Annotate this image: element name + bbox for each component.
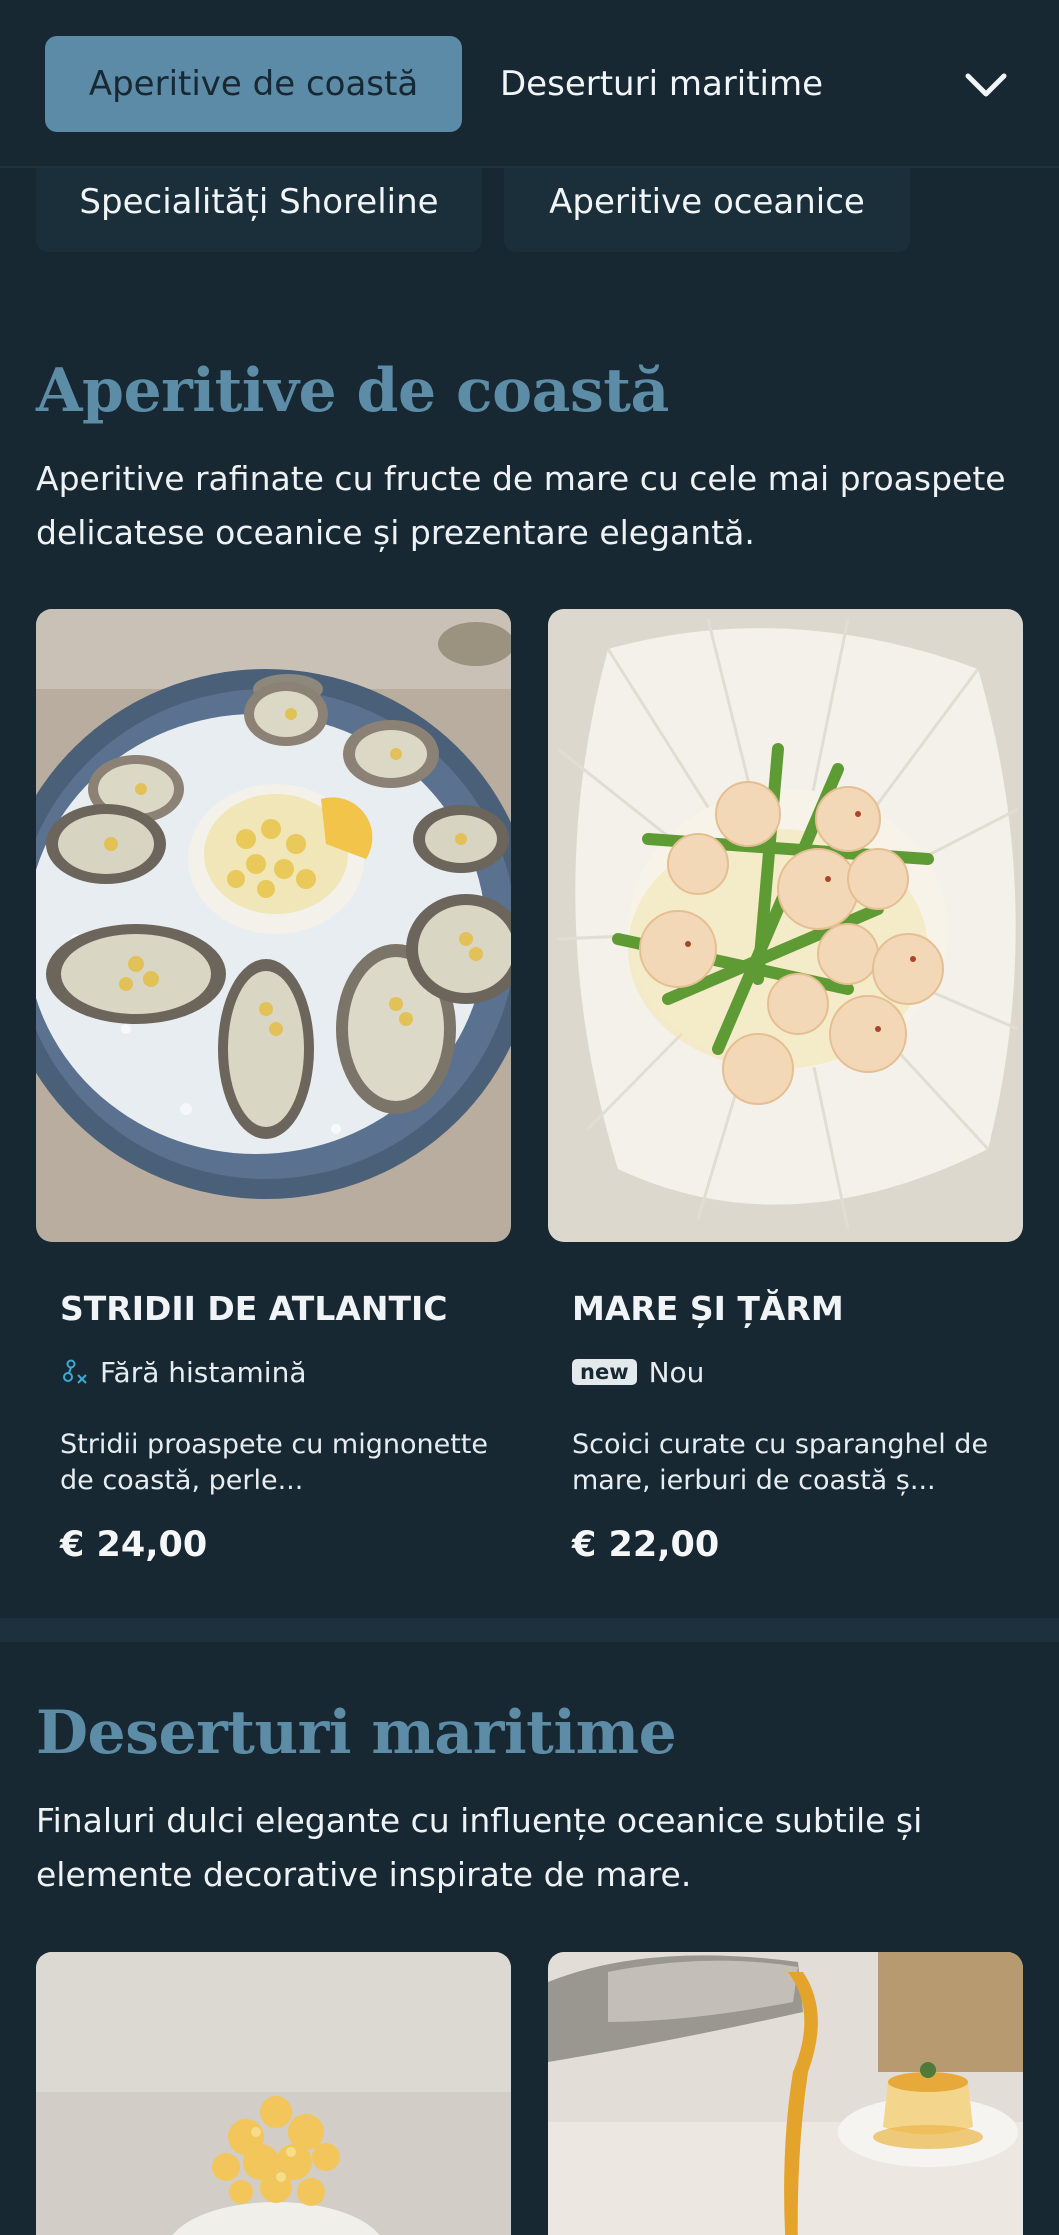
dish-image-dessert-2[interactable] [548,1952,1023,2235]
tab-deserturi-maritime[interactable]: Deserturi maritime [500,36,823,132]
tab-aperitive-oceanice[interactable]: Aperitive oceanice [504,160,910,252]
histamine-free-icon [63,1359,87,1384]
menu-item-card[interactable]: STRIDII DE ATLANTIC Fără histamină Strid… [36,609,511,1569]
dish-description: Stridii proaspete cu mignonette de coast… [60,1429,488,1496]
tab-aperitive-de-coasta[interactable]: Aperitive de coastă [45,36,462,132]
new-tag-label: Nou [648,1355,705,1389]
tab-specialitati-shoreline[interactable]: Specialități Shoreline [36,160,482,252]
dietary-tag: Fără histamină [60,1355,306,1389]
dish-name: MARE ȘI ȚĂRM [572,1289,844,1328]
dish-price: € 22,00 [572,1525,720,1565]
new-tag: new Nou [572,1355,704,1389]
dietary-tag-label: Fără histamină [100,1355,307,1389]
dish-image-scallops[interactable] [548,609,1023,1242]
menu-page: Aperitive de coastă Deserturi maritime S… [0,0,1059,2235]
category-nav: Aperitive de coastă Deserturi maritime [0,0,1059,168]
section-title: Deserturi maritime [36,1698,677,1768]
section-description: Aperitive rafinate cu fructe de mare cu … [36,459,1006,552]
section-description: Finaluri dulci elegante cu influențe oce… [36,1801,923,1894]
menu-item-card[interactable] [548,1952,1023,2235]
dish-image-oysters[interactable] [36,609,511,1242]
menu-item-card[interactable] [36,1952,511,2235]
section-title: Aperitive de coastă [36,356,669,426]
dish-description: Scoici curate cu sparanghel de mare, ier… [572,1429,989,1496]
section-divider [0,1618,1059,1642]
dish-price: € 24,00 [60,1525,208,1565]
dish-image-dessert-1[interactable] [36,1952,511,2235]
chevron-down-icon[interactable] [962,62,1010,106]
new-badge: new [572,1359,637,1385]
dish-name: STRIDII DE ATLANTIC [60,1289,448,1328]
menu-item-card[interactable]: MARE ȘI ȚĂRM new Nou Scoici curate cu sp… [548,609,1023,1569]
